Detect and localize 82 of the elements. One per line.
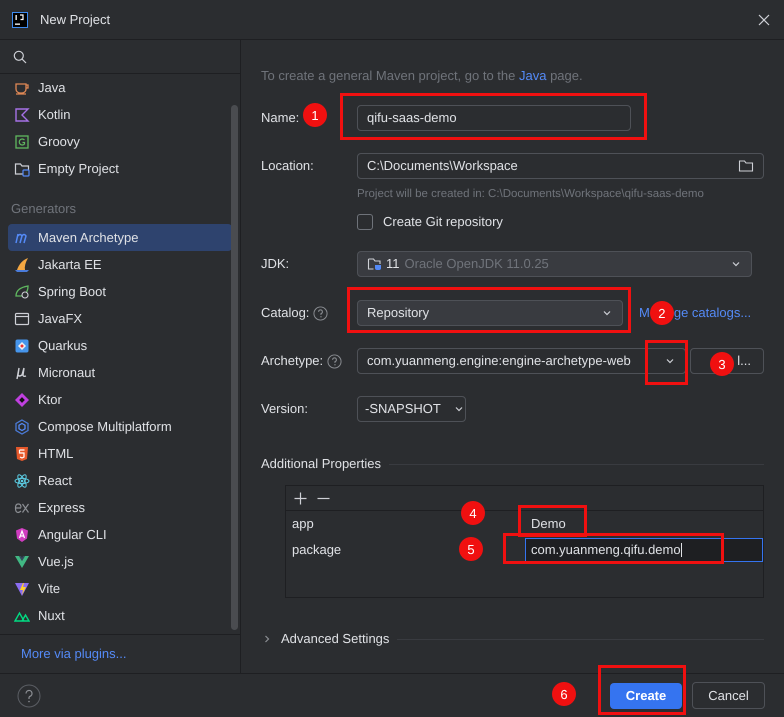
sidebar-item[interactable]: Angular CLI: [8, 521, 232, 548]
help-icon[interactable]: [17, 684, 41, 708]
sidebar-item[interactable]: Ktor: [8, 386, 232, 413]
sidebar-item[interactable]: Java: [8, 74, 232, 101]
sidebar-item[interactable]: React: [8, 467, 232, 494]
property-value-field[interactable]: com.yuanmeng.qifu.demo: [525, 538, 763, 562]
path-hint: Project will be created in: C:\Documents\Workspace\qifu-saas-demo: [357, 187, 704, 202]
step-marker: 2: [650, 301, 674, 325]
field-label: Archetype:: [261, 352, 324, 370]
property-key: package: [292, 540, 342, 560]
jdk-version: 11: [386, 255, 400, 274]
v-logo-icon: [14, 554, 30, 570]
help-icon[interactable]: [327, 354, 342, 368]
help-icon[interactable]: [313, 306, 328, 320]
version-dropdown[interactable]: -SNAPSHOT: [357, 396, 466, 422]
git-checkbox[interactable]: [357, 214, 373, 230]
folder-cup-icon: [367, 256, 383, 272]
scrollbar[interactable]: [231, 105, 238, 630]
field-label: Name:: [261, 109, 300, 128]
sidebar-item[interactable]: Jakarta EE: [8, 251, 232, 278]
section-header: Generators: [10, 200, 78, 218]
property-value: Demo: [530, 515, 566, 534]
window-title: New Project: [40, 10, 112, 29]
step-marker: 6: [552, 682, 576, 706]
diamond-icon: [14, 392, 30, 408]
field-label: JDK:: [261, 255, 290, 274]
java-link[interactable]: Java: [519, 66, 546, 86]
jdk-dropdown[interactable]: 11 Oracle OpenJDK 11.0.25: [357, 251, 752, 277]
catalogs-link[interactable]: ge catalogs...: [674, 303, 752, 323]
g-square-icon: [14, 134, 30, 150]
section-title[interactable]: Advanced Settings: [281, 629, 390, 649]
name-field[interactable]: qifu-saas-demo: [357, 105, 631, 131]
section-title: Additional Properties: [261, 455, 381, 474]
step-marker: 5: [459, 537, 483, 561]
sidebar-item[interactable]: Vue.js: [8, 548, 232, 575]
sidebar-item[interactable]: Empty Project: [8, 155, 232, 182]
field-label: Location:: [261, 157, 314, 176]
shield-icon: [14, 446, 30, 462]
leaf-power-icon: [14, 284, 30, 300]
sidebar-item[interactable]: JavaFX: [8, 305, 232, 332]
sidebar-item[interactable]: Maven Archetype: [8, 224, 232, 251]
search-icon[interactable]: [13, 50, 27, 64]
cancel-button[interactable]: Cancel: [692, 682, 765, 709]
sidebar-item[interactable]: Spring Boot: [8, 278, 232, 305]
k-logo-icon: [14, 106, 30, 122]
property-key: app: [292, 514, 314, 534]
field-label: Catalog:: [261, 304, 310, 322]
sidebar-item[interactable]: Micronaut: [8, 359, 232, 386]
atom-icon: [14, 472, 30, 488]
q-logo-icon: [14, 338, 30, 354]
checkbox-label: Create Git repository: [383, 213, 503, 232]
folder-icon: [14, 160, 30, 176]
plus-icon[interactable]: [294, 492, 307, 504]
catalogs-link[interactable]: M: [639, 303, 650, 323]
app-logo-icon: [12, 12, 28, 28]
sidebar-item[interactable]: HTML: [8, 440, 232, 467]
hexagon-icon: [14, 418, 30, 434]
plugins-link[interactable]: More via plugins...: [21, 644, 126, 664]
location-field[interactable]: C:\Documents\Workspace: [357, 153, 764, 179]
step-marker: 1: [303, 103, 327, 127]
folder-icon[interactable]: [738, 158, 754, 174]
sidebar-item[interactable]: Groovy: [8, 128, 232, 155]
sidebar-item[interactable]: Quarkus: [8, 332, 232, 359]
step-marker: 3: [710, 352, 734, 376]
sidebar-item[interactable]: Compose Multiplatform: [8, 413, 232, 440]
sidebar-item[interactable]: Kotlin: [8, 101, 232, 128]
sidebar-item[interactable]: Nuxt: [8, 602, 232, 629]
step-marker: 4: [461, 501, 485, 525]
sidebar-item[interactable]: Express: [8, 494, 232, 521]
sidebar-item[interactable]: Vite: [8, 575, 232, 602]
bolt-icon: [14, 580, 30, 596]
info-text: To create a general Maven project, go to the Java page.: [261, 66, 764, 86]
window-icon: [14, 310, 30, 326]
catalog-dropdown[interactable]: Repository: [357, 300, 623, 326]
close-icon[interactable]: [758, 14, 770, 26]
highlight-frame: [645, 340, 688, 385]
sail-icon: [14, 256, 30, 272]
field-label: Version:: [261, 400, 308, 418]
create-button[interactable]: Create: [610, 682, 682, 708]
jdk-name: Oracle OpenJDK 11.0.25: [404, 255, 550, 274]
archetype-dropdown[interactable]: com.yuanmeng.engine:engine-archetype-web: [357, 348, 686, 374]
a-shield-icon: [14, 526, 30, 542]
